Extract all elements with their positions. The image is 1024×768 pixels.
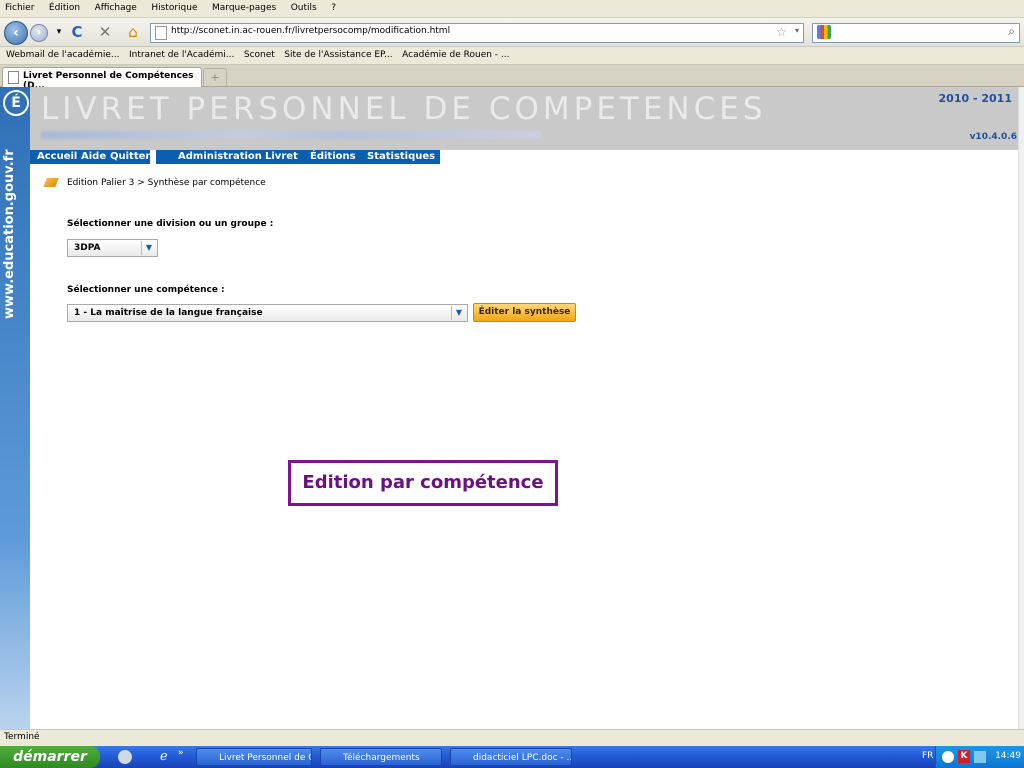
- nav-livret[interactable]: Livret: [265, 151, 298, 162]
- nav-administration[interactable]: Administration: [178, 151, 262, 162]
- nav-editions[interactable]: Éditions: [310, 151, 356, 162]
- quicklaunch-more-icon[interactable]: »: [178, 748, 184, 758]
- breadcrumb-arrow-icon: [43, 178, 59, 187]
- tab-livret[interactable]: Livret Personnel de Compétences (D...: [2, 67, 202, 91]
- division-label: Sélectionner une division ou un groupe :: [67, 219, 274, 229]
- bookmark-assistance[interactable]: Site de l'Assistance EP...: [284, 47, 392, 64]
- back-button[interactable]: ‹: [4, 21, 28, 45]
- language-indicator[interactable]: FR: [922, 751, 933, 761]
- page-icon: [155, 26, 167, 40]
- menu-edition[interactable]: Édition: [49, 0, 80, 17]
- nav-statistiques[interactable]: Statistiques: [367, 151, 435, 162]
- education-side-band: É www.education.gouv.fr: [0, 87, 30, 729]
- stop-icon[interactable]: ✕: [96, 23, 114, 41]
- reload-icon[interactable]: C: [68, 23, 86, 41]
- taskbar-item-livret[interactable]: Livret Personnel de C...: [196, 748, 312, 766]
- search-icon[interactable]: ⌕: [1008, 24, 1015, 39]
- menu-outils[interactable]: Outils: [291, 0, 317, 17]
- nav-accueil[interactable]: Accueil: [37, 151, 77, 162]
- nav-aide[interactable]: Aide: [81, 151, 106, 162]
- ie-icon[interactable]: ℯ: [160, 749, 168, 764]
- status-text: Terminé: [4, 732, 40, 742]
- breadcrumb: Edition Palier 3 > Synthèse par compéten…: [67, 178, 266, 188]
- antivirus-icon[interactable]: K: [958, 750, 970, 763]
- url-text: http://sconet.in.ac-rouen.fr/livretperso…: [171, 26, 451, 36]
- competence-label: Sélectionner une compétence :: [67, 285, 225, 295]
- establishment-line-blurred: [41, 131, 541, 139]
- nav-separator: [150, 150, 156, 164]
- competence-selected-value: 1 - La maîtrise de la langue française: [74, 308, 263, 318]
- top-nav: Accueil Aide Quitter Administration Livr…: [30, 150, 440, 164]
- side-site-label: www.education.gouv.fr: [2, 149, 17, 319]
- division-select[interactable]: 3DPA ▼: [67, 239, 158, 257]
- page-right-edge: [1018, 87, 1024, 729]
- bookmark-academie-rouen[interactable]: Académie de Rouen - ...: [402, 47, 509, 64]
- app-header: LIVRET PERSONNEL DE COMPETENCES 2010 - 2…: [30, 87, 1024, 150]
- page-icon: [8, 71, 19, 84]
- start-button[interactable]: démarrer: [0, 746, 100, 768]
- education-logo-icon: É: [3, 90, 29, 116]
- app-title: LIVRET PERSONNEL DE COMPETENCES: [41, 91, 767, 127]
- menu-fichier[interactable]: Fichier: [5, 0, 34, 17]
- chevron-down-icon[interactable]: ▼: [141, 241, 156, 255]
- home-icon[interactable]: ⌂: [124, 23, 142, 41]
- chevron-down-icon[interactable]: ▼: [451, 306, 466, 320]
- competence-select[interactable]: 1 - La maîtrise de la langue française ▼: [67, 304, 468, 322]
- annotation-box: Edition par compétence: [288, 460, 558, 506]
- search-engine-icon[interactable]: [817, 25, 831, 39]
- url-dropdown-icon[interactable]: ▾: [795, 26, 799, 35]
- app-version: v10.4.0.6: [969, 132, 1017, 142]
- edit-synthesis-button[interactable]: Éditer la synthèse: [473, 303, 576, 322]
- taskbar-item-didacticiel[interactable]: didacticiel LPC.doc - ...: [450, 748, 572, 766]
- forward-button[interactable]: ›: [30, 24, 48, 42]
- bookmark-intranet[interactable]: Intranet de l'Académi...: [129, 47, 234, 64]
- new-tab-button[interactable]: +: [203, 68, 227, 86]
- history-dropdown-icon[interactable]: ▾: [50, 23, 68, 41]
- bookmarks-bar: Webmail de l'académie... Intranet de l'A…: [0, 47, 1024, 65]
- clock: 14:49: [995, 751, 1021, 761]
- menu-historique[interactable]: Historique: [151, 0, 197, 17]
- quicklaunch-icon[interactable]: [118, 750, 132, 764]
- tray-icon[interactable]: [942, 751, 954, 763]
- menu-help[interactable]: ?: [331, 0, 336, 17]
- nav-quitter[interactable]: Quitter: [110, 151, 150, 162]
- division-selected-value: 3DPA: [74, 243, 101, 253]
- status-bar: Terminé: [0, 729, 1024, 746]
- bookmark-sconet[interactable]: Sconet: [244, 47, 275, 64]
- taskbar-item-telechargements[interactable]: Téléchargements: [320, 748, 442, 766]
- search-input[interactable]: ⌕: [812, 23, 1020, 43]
- system-tray: FR K 14:49: [922, 746, 1024, 768]
- address-bar[interactable]: http://sconet.in.ac-rouen.fr/livretperso…: [150, 23, 804, 43]
- network-icon[interactable]: [974, 751, 986, 763]
- menu-bar: Fichier Édition Affichage Historique Mar…: [0, 0, 1024, 18]
- bookmark-star-icon[interactable]: ☆: [776, 25, 787, 39]
- bookmark-webmail[interactable]: Webmail de l'académie...: [6, 47, 119, 64]
- menu-affichage[interactable]: Affichage: [95, 0, 137, 17]
- menu-marque-pages[interactable]: Marque-pages: [212, 0, 276, 17]
- school-year: 2010 - 2011: [938, 92, 1012, 105]
